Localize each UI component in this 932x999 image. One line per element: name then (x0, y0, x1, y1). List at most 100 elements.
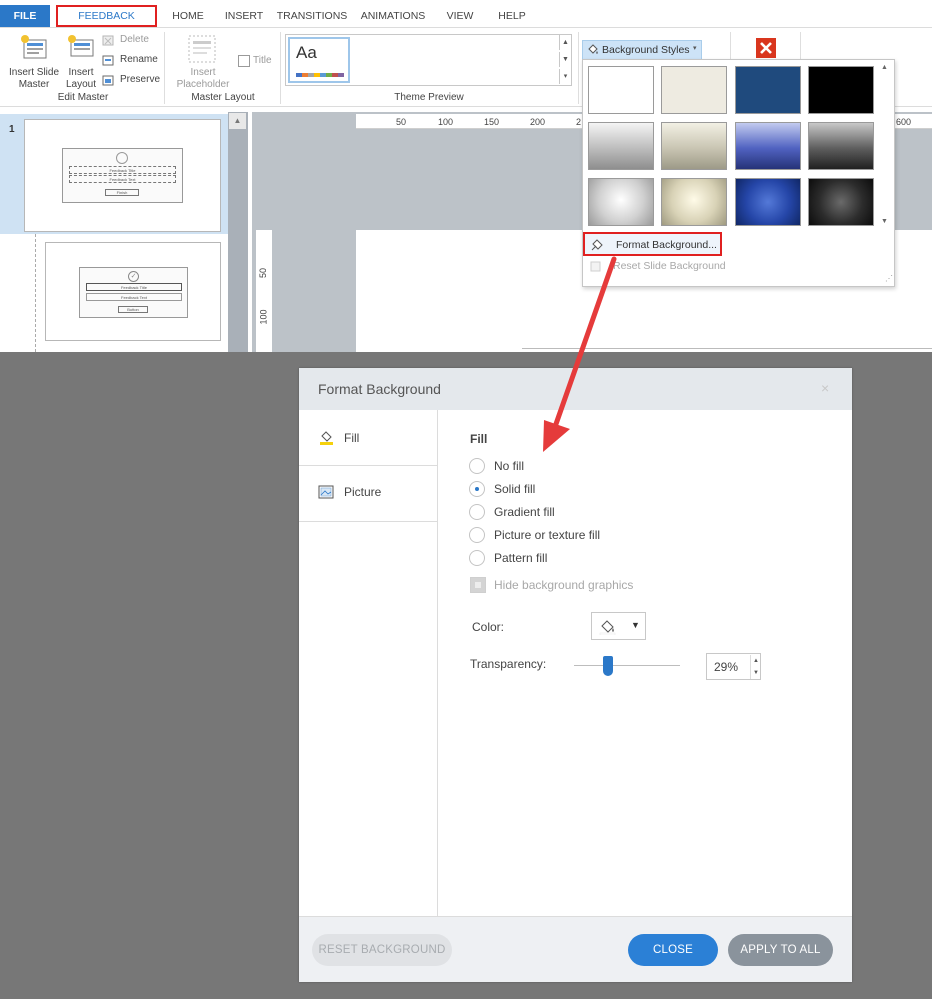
ruler-tick-label: 50 (396, 117, 407, 127)
thumb-check-icon: ✓ (128, 271, 139, 282)
thumb-button: Button (118, 306, 148, 313)
sidebar-item-fill[interactable]: Fill (299, 410, 438, 466)
slides-pane-scrollbar[interactable] (228, 112, 248, 352)
bg-style-swatch[interactable] (735, 66, 801, 114)
ruler-tick-label: 150 (484, 117, 500, 127)
tab-feedback-master[interactable]: FEEDBACK MASTER (56, 5, 157, 40)
gallery-more-icon[interactable]: ▾ (559, 69, 571, 84)
bg-style-swatch[interactable] (661, 122, 727, 170)
delete-button[interactable]: Delete (102, 33, 162, 48)
radio-gradient-fill-button[interactable] (469, 504, 485, 520)
master-layout-group-label: Master Layout (191, 92, 255, 103)
thumb-title: Feedback Title (86, 283, 182, 291)
insert-layout-button[interactable]: Insert Layout (62, 30, 100, 90)
thumb-text: Feedback Text (69, 175, 176, 183)
reset-background-button[interactable]: RESET BACKGROUND (312, 934, 452, 966)
slide-number: 1 (9, 124, 15, 135)
insert-slide-master-button[interactable]: Insert Slide Master (4, 30, 64, 90)
thumb-circle-icon (116, 152, 128, 164)
tab-help[interactable]: HELP (492, 5, 532, 27)
transparency-slider-handle[interactable] (603, 656, 613, 676)
tab-view[interactable]: VIEW (440, 5, 480, 27)
slide-1-thumbnail[interactable]: Feedback Title Feedback Text Finish (24, 119, 221, 232)
ribbon-separator (164, 32, 165, 104)
apply-to-all-button[interactable]: APPLY TO ALL (728, 934, 833, 966)
tab-animations[interactable]: ANIMATIONS (356, 5, 430, 27)
theme-preview-gallery[interactable]: Aa ▲ ▼ ▾ (285, 34, 572, 86)
close-master-view-button[interactable] (756, 38, 776, 58)
ruler-tick-label: 200 (530, 117, 546, 127)
tab-home[interactable]: HOME (163, 5, 213, 27)
bg-style-swatch[interactable] (588, 66, 654, 114)
slide-layout-thumbnail[interactable]: ✓ Feedback Title Feedback Text Button (45, 242, 221, 341)
title-checkbox-label: Title (253, 55, 272, 66)
insert-layout-label-1: Insert (68, 67, 94, 78)
sidebar-item-fill-label: Fill (344, 431, 360, 445)
tab-transitions[interactable]: TRANSITIONS (274, 5, 350, 27)
dialog-footer: RESET BACKGROUND CLOSE APPLY TO ALL (299, 916, 852, 982)
scroll-up-icon[interactable]: ▲ (881, 64, 888, 71)
app-window: FILE FEEDBACK MASTER HOME INSERT TRANSIT… (0, 0, 932, 352)
spin-down-icon[interactable]: ▼ (750, 667, 761, 679)
bg-style-swatch[interactable] (588, 122, 654, 170)
dialog-close-icon[interactable]: × (821, 380, 829, 396)
transparency-value: 29% (714, 660, 739, 674)
radio-pattern-fill-button[interactable] (469, 550, 485, 566)
bg-style-swatch[interactable] (735, 122, 801, 170)
format-background-menu-item[interactable]: Format Background... (583, 232, 722, 256)
dropdown-scrollbar[interactable]: ▲ ▼ (879, 62, 893, 230)
preserve-icon (102, 75, 114, 86)
rename-button[interactable]: Rename (102, 53, 162, 68)
ribbon-separator (578, 32, 579, 104)
radio-solid-fill-label: Solid fill (494, 482, 536, 496)
color-picker-button[interactable]: ▼ (591, 612, 646, 640)
radio-no-fill-button[interactable] (469, 458, 485, 474)
format-background-icon (591, 239, 603, 251)
bg-style-swatch[interactable] (661, 178, 727, 226)
preserve-label: Preserve (120, 74, 161, 85)
insert-placeholder-button[interactable]: Insert Placeholder (170, 30, 236, 90)
transparency-label: Transparency: (470, 657, 547, 671)
radio-picture-texture-fill-button[interactable] (469, 527, 485, 543)
close-button[interactable]: CLOSE (628, 934, 718, 966)
bg-style-swatch[interactable] (808, 122, 874, 170)
radio-solid-fill-button[interactable] (469, 481, 485, 497)
tab-file[interactable]: FILE (0, 5, 50, 27)
placeholder-icon (188, 35, 216, 63)
thumb-title: Feedback Title (69, 166, 176, 174)
theme-thumbnail[interactable]: Aa (288, 37, 350, 83)
canvas-guide (522, 348, 932, 349)
spin-up-icon[interactable]: ▲ (750, 655, 761, 667)
fill-bucket-icon (320, 431, 333, 445)
theme-preview-group-label: Theme Preview (394, 92, 464, 103)
sidebar-item-picture[interactable]: Picture (299, 466, 438, 522)
reset-slide-background-menu-item[interactable]: Reset Slide Background (613, 260, 726, 272)
transparency-slider-track[interactable] (574, 665, 680, 666)
radio-no-fill-label: No fill (494, 459, 525, 473)
scroll-up-icon[interactable]: ▲ (229, 113, 246, 129)
background-styles-button[interactable]: Background Styles ▾ (582, 40, 702, 60)
delete-label: Delete (120, 34, 149, 45)
bg-style-swatch[interactable] (661, 66, 727, 114)
reset-slide-icon (590, 261, 601, 272)
bg-style-swatch[interactable] (735, 178, 801, 226)
title-checkbox[interactable]: Title (238, 54, 278, 70)
gallery-scroll-up-icon[interactable]: ▲ (559, 35, 571, 50)
title-checkbox-box[interactable] (238, 55, 250, 67)
thumb-feedback-box: ✓ Feedback Title Feedback Text Button (79, 267, 188, 318)
theme-color-chip (338, 73, 344, 77)
bg-style-swatch[interactable] (588, 178, 654, 226)
bg-style-swatch[interactable] (808, 66, 874, 114)
dialog-sidebar: Fill Picture (299, 410, 438, 916)
gallery-scroll-down-icon[interactable]: ▼ (559, 52, 571, 67)
hide-background-graphics-checkbox[interactable] (470, 577, 486, 593)
ribbon-separator (280, 32, 281, 104)
preserve-button[interactable]: Preserve (102, 73, 162, 88)
insert-slide-master-label-2: Master (18, 79, 50, 90)
scroll-down-icon[interactable]: ▼ (881, 218, 888, 225)
format-background-label: Format Background... (616, 239, 717, 251)
bg-style-swatch[interactable] (808, 178, 874, 226)
transparency-input[interactable]: 29% ▲ ▼ (706, 653, 761, 680)
resize-grip-icon[interactable]: ⋰ (885, 274, 893, 283)
tab-insert[interactable]: INSERT (218, 5, 270, 27)
